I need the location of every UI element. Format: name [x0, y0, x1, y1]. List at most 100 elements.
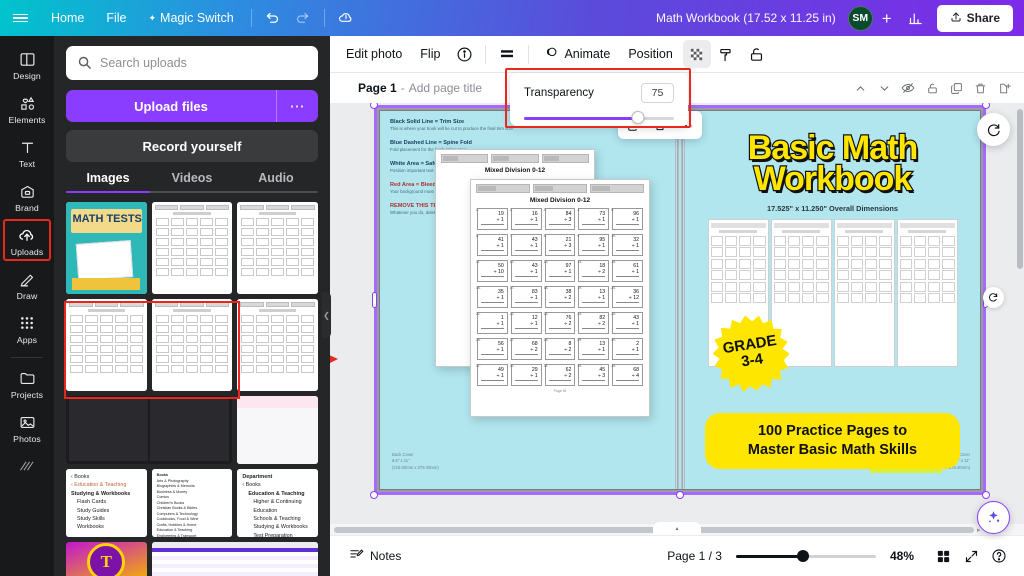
sidebar-item-design[interactable]: Design: [2, 43, 52, 85]
record-yourself-button[interactable]: Record yourself: [66, 130, 318, 162]
menu-home[interactable]: Home: [40, 6, 95, 30]
rotate-refresh-button[interactable]: [977, 113, 1010, 146]
transparency-bars-icon[interactable]: [493, 40, 521, 68]
flip-button[interactable]: Flip: [412, 41, 448, 67]
resize-handle-br[interactable]: [982, 491, 990, 499]
zoom-level[interactable]: 48%: [890, 549, 914, 563]
edit-photo-button[interactable]: Edit photo: [338, 41, 410, 67]
tab-videos[interactable]: Videos: [150, 171, 234, 193]
canvas-viewport[interactable]: Black Solid Line = Trim Size This is whe…: [330, 103, 1024, 540]
instr-heading: Blue Dashed Line = Spine Fold: [390, 139, 472, 146]
placed-worksheet-front[interactable]: Mixed Division 0-12 1. 19 ÷ 1 2. 16 ÷ 1 3. 84 ÷ …: [470, 179, 650, 417]
page-title-input[interactable]: Add page title: [409, 81, 482, 95]
duplicate-page-icon[interactable]: [944, 76, 968, 100]
search-input[interactable]: [66, 46, 318, 80]
avatar[interactable]: SM: [847, 5, 873, 31]
problem-number: 28.: [543, 338, 549, 342]
redo-icon[interactable]: [289, 4, 317, 32]
chevron-up-icon[interactable]: [848, 76, 872, 100]
problem-cell: 22. 12 ÷ 1: [510, 312, 542, 334]
slider-knob[interactable]: [631, 111, 645, 124]
bar-chart-icon[interactable]: [902, 4, 930, 32]
resize-handle-bl[interactable]: [370, 491, 378, 499]
sidebar-item-draw[interactable]: Draw: [2, 263, 52, 305]
position-button[interactable]: Position: [620, 41, 680, 67]
upload-thumb-worksheet[interactable]: [237, 299, 318, 391]
upload-thumb-worksheet-selected[interactable]: [151, 299, 233, 391]
upload-thumb-browser-screenshot[interactable]: [237, 396, 318, 464]
sidebar-item-text[interactable]: Text: [2, 131, 52, 173]
tab-images[interactable]: Images: [66, 171, 150, 193]
chevron-down-icon[interactable]: [872, 76, 896, 100]
hamburger-icon[interactable]: [0, 11, 40, 24]
resize-handle-bottom[interactable]: [676, 491, 684, 499]
tab-audio[interactable]: Audio: [234, 171, 318, 193]
undo-icon[interactable]: [259, 4, 287, 32]
sidebar-item-projects[interactable]: Projects: [2, 362, 52, 404]
upload-thumb-app-screenshot[interactable]: [151, 542, 318, 576]
delete-page-icon[interactable]: [968, 76, 992, 100]
upload-more-icon[interactable]: ⋯: [276, 90, 318, 122]
hide-page-icon[interactable]: [896, 76, 920, 100]
grid-view-icon[interactable]: [930, 543, 956, 569]
upload-thumb-dark-screenshot[interactable]: [66, 396, 233, 464]
help-circle-icon[interactable]: [986, 543, 1012, 569]
design-page[interactable]: Black Solid Line = Trim Size This is whe…: [370, 103, 990, 499]
canvas-vertical-scrollbar[interactable]: [1017, 109, 1023, 269]
animate-button[interactable]: Animate: [536, 39, 618, 69]
note-line: (215.90mm x 279.40mm): [392, 464, 439, 470]
share-button[interactable]: Share: [936, 4, 1013, 32]
divisor: ÷ 3: [548, 217, 572, 225]
cat-line: Engineering & Transport: [156, 534, 197, 537]
problem-box: 13 ÷ 1: [578, 286, 610, 308]
upload-thumb-worksheet[interactable]: [237, 202, 318, 294]
sidebar-item-elements[interactable]: Elements: [2, 87, 52, 129]
sidebar-item-brand[interactable]: Brand: [2, 175, 52, 217]
upload-thumb-worksheet-selected[interactable]: [66, 299, 147, 391]
lock-page-icon[interactable]: [920, 76, 944, 100]
divisor: ÷ 2: [548, 373, 572, 381]
expand-icon[interactable]: [958, 543, 984, 569]
checkerboard-transparency-icon[interactable]: [682, 40, 711, 68]
paint-roller-icon[interactable]: [713, 40, 741, 68]
upload-thumb-department[interactable]: Department ‹ Books Education & Teaching …: [237, 469, 318, 537]
transparency-slider[interactable]: [524, 111, 674, 124]
menu-magic-switch[interactable]: ✦ Magic Switch: [138, 6, 245, 30]
resize-handle-tr[interactable]: [982, 103, 990, 109]
add-page-icon[interactable]: [992, 76, 1016, 100]
wand-icon: ✦: [148, 12, 157, 23]
sidebar-item-more[interactable]: [2, 450, 52, 480]
problem-number: 10.: [611, 234, 616, 238]
magic-assist-button[interactable]: [977, 501, 1010, 534]
problem-number: 3.: [543, 208, 547, 212]
page-indicator[interactable]: Page 1 / 3: [667, 549, 722, 563]
menu-file[interactable]: File: [95, 6, 137, 30]
upload-thumb-worksheet[interactable]: [151, 202, 233, 294]
upload-thumb-category-breadcrumb[interactable]: ‹ Books ‹ Education & Teaching Studying …: [66, 469, 147, 537]
collapse-panel-handle[interactable]: [322, 292, 331, 338]
unlock-icon[interactable]: [743, 40, 771, 68]
notes-label: Notes: [370, 549, 402, 563]
divisor: ÷ 3: [582, 373, 606, 381]
upload-thumb-category-list[interactable]: Books Arts & Photography Biographies & M…: [151, 469, 233, 537]
divisor: ÷ 1: [514, 373, 538, 381]
sidebar-item-apps[interactable]: Apps: [2, 307, 52, 349]
resize-handle-left[interactable]: [372, 292, 377, 308]
cloud-save-icon[interactable]: [332, 4, 360, 32]
cat-line: ‹ Books: [71, 474, 90, 480]
notes-button[interactable]: Notes: [342, 542, 408, 570]
upload-thumb-cover[interactable]: MATH TESTS: [66, 202, 147, 294]
sidebar-item-photos[interactable]: Photos: [2, 406, 52, 448]
transparency-value-input[interactable]: 75: [641, 83, 674, 103]
problem-number: 4.: [577, 208, 581, 212]
add-collaborator-button[interactable]: +: [873, 10, 901, 27]
upload-thumb-logo[interactable]: T: [66, 542, 147, 576]
expand-pages-handle[interactable]: [653, 522, 701, 535]
document-title[interactable]: Math Workbook (17.52 x 11.25 in): [656, 11, 836, 25]
info-circle-icon[interactable]: [450, 40, 478, 68]
sidebar-item-uploads[interactable]: Uploads: [2, 219, 52, 261]
upload-files-button[interactable]: Upload files: [66, 90, 276, 122]
rotate-handle-button[interactable]: [983, 287, 1004, 308]
zoom-slider[interactable]: [735, 549, 876, 563]
slider-knob[interactable]: [797, 550, 810, 562]
